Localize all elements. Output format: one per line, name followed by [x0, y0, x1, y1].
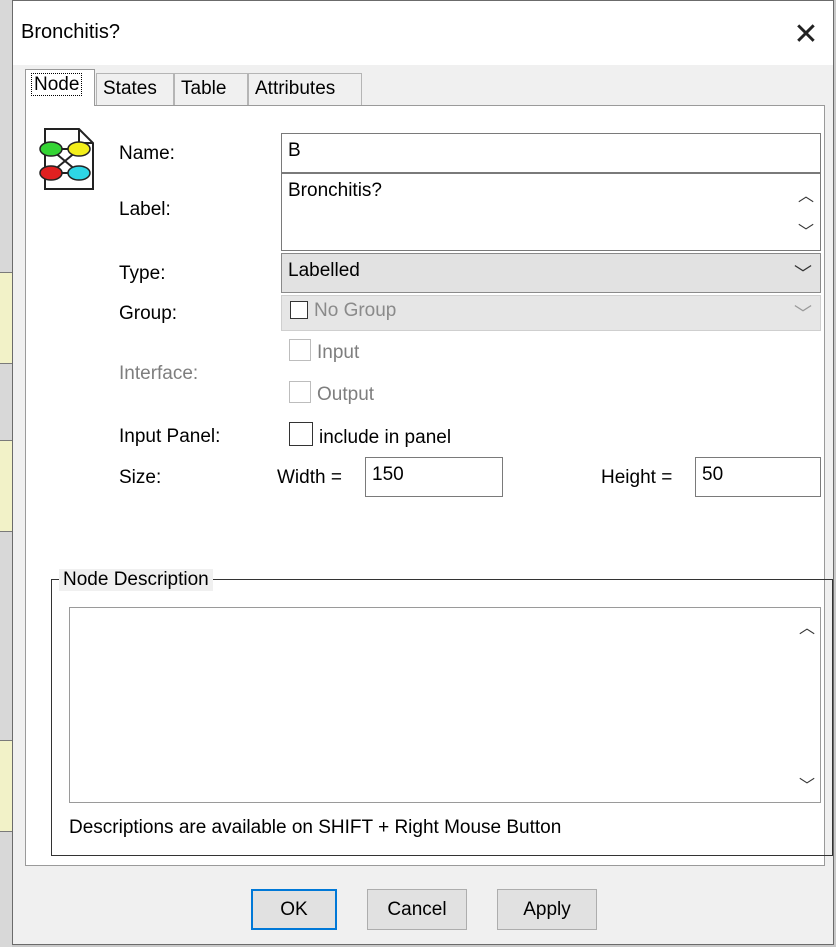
- label-label: Label:: [119, 199, 171, 220]
- chevron-down-icon: ﹀: [794, 264, 812, 284]
- cancel-button[interactable]: Cancel: [367, 889, 467, 930]
- name-field[interactable]: B: [281, 133, 821, 173]
- node-properties-dialog: Bronchitis? ✕ Node States Table Attribut…: [12, 0, 834, 945]
- close-button[interactable]: ✕: [783, 13, 829, 55]
- interface-output-checkbox[interactable]: Output: [289, 381, 374, 406]
- background-node-shape: [0, 272, 12, 364]
- interface-input-checkbox[interactable]: Input: [289, 339, 359, 364]
- width-label: Width =: [277, 467, 342, 488]
- description-hint: Descriptions are available on SHIFT + Ri…: [69, 817, 562, 838]
- size-label: Size:: [119, 467, 162, 488]
- height-label: Height =: [601, 467, 673, 488]
- scroll-up-icon[interactable]: ︿: [799, 614, 815, 638]
- window-title: Bronchitis?: [21, 21, 120, 43]
- checkbox-icon: [289, 422, 313, 446]
- interface-output-label: Output: [317, 384, 375, 405]
- background-node-shape: [0, 440, 12, 532]
- include-in-panel-checkbox[interactable]: include in panel: [289, 422, 451, 449]
- label-field-text: Bronchitis?: [288, 180, 382, 201]
- group-dropdown-value: No Group: [314, 300, 397, 321]
- group-checkbox-icon: [290, 301, 308, 319]
- type-dropdown[interactable]: Labelled ﹀: [281, 253, 821, 293]
- include-in-panel-label: include in panel: [319, 427, 452, 448]
- height-field[interactable]: 50: [695, 457, 821, 497]
- close-icon: ✕: [793, 17, 819, 51]
- label-field[interactable]: Bronchitis? ︿ ﹀: [281, 173, 821, 251]
- interface-input-label: Input: [317, 342, 360, 363]
- tab-table[interactable]: Table: [174, 73, 248, 105]
- ok-button[interactable]: OK: [251, 889, 337, 930]
- checkbox-icon: [289, 339, 311, 361]
- interface-label: Interface:: [119, 363, 199, 384]
- description-textarea[interactable]: ︿ ﹀: [69, 607, 821, 803]
- checkbox-icon: [289, 381, 311, 403]
- tab-attributes[interactable]: Attributes: [248, 73, 362, 105]
- width-field[interactable]: 150: [365, 457, 503, 497]
- tab-states[interactable]: States: [96, 73, 174, 105]
- scroll-up-icon[interactable]: ︿: [798, 182, 814, 206]
- type-label: Type:: [119, 263, 166, 284]
- group-dropdown[interactable]: No Group ﹀: [281, 295, 821, 331]
- type-dropdown-value: Labelled: [288, 260, 360, 281]
- background-node-shape: [0, 740, 12, 832]
- name-label: Name:: [119, 143, 175, 164]
- input-panel-label: Input Panel:: [119, 426, 221, 447]
- scroll-down-icon[interactable]: ﹀: [798, 218, 814, 242]
- chevron-down-icon: ﹀: [794, 304, 812, 324]
- network-node-icon: [37, 127, 97, 191]
- node-description-legend: Node Description: [59, 569, 213, 591]
- tab-node[interactable]: Node: [25, 69, 95, 106]
- group-label: Group:: [119, 303, 178, 324]
- scroll-down-icon[interactable]: ﹀: [799, 772, 815, 796]
- description-scrollbar[interactable]: ︿ ﹀: [794, 608, 820, 802]
- title-bar: Bronchitis? ✕: [13, 1, 833, 65]
- apply-button[interactable]: Apply: [497, 889, 597, 930]
